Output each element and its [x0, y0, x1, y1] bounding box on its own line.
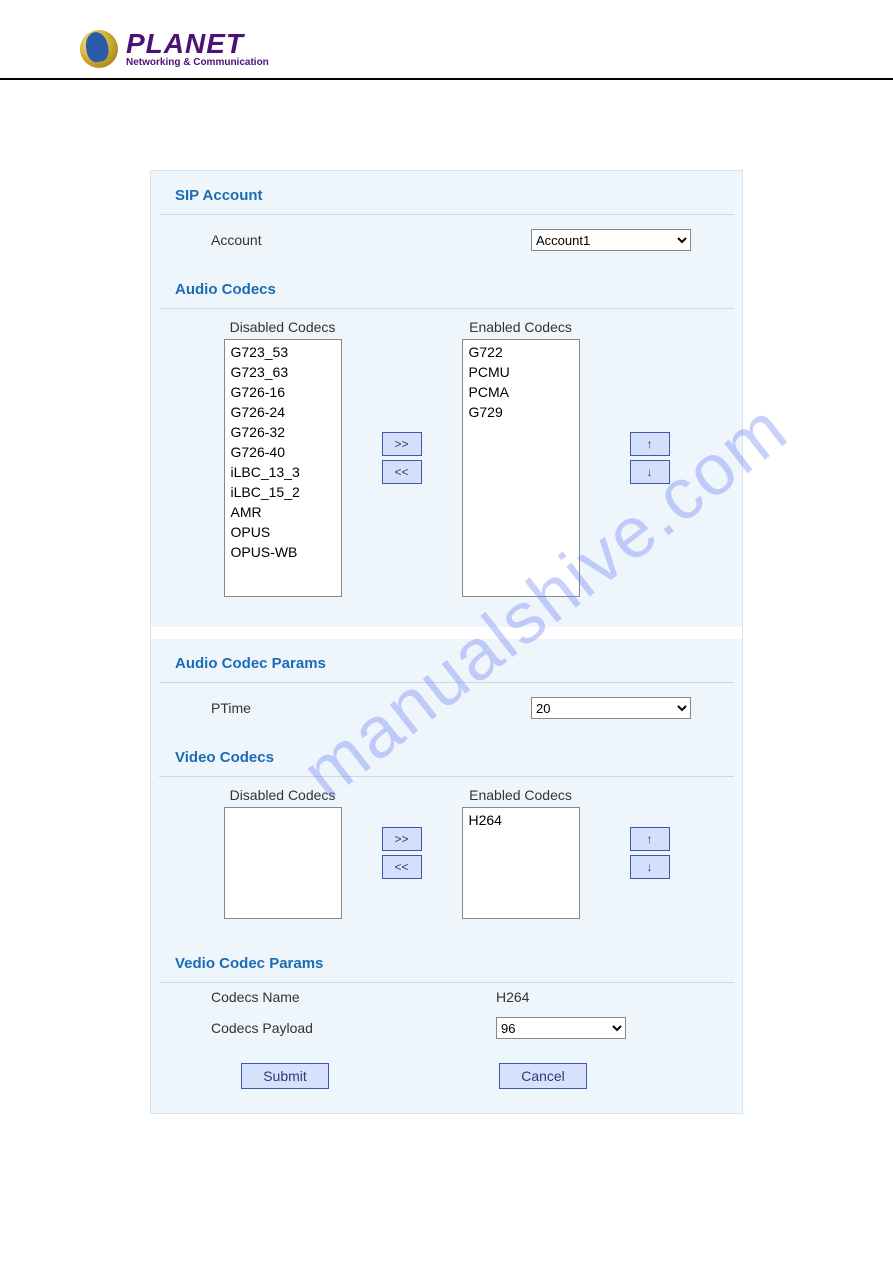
video-enabled-label: Enabled Codecs [469, 787, 572, 803]
list-item[interactable]: G729 [469, 402, 573, 422]
list-item[interactable]: H264 [469, 810, 573, 830]
video-move-right-button[interactable]: >> [382, 827, 422, 851]
audio-enabled-listbox[interactable]: G722PCMUPCMAG729 [462, 339, 580, 597]
brand-tagline: Networking & Communication [126, 58, 269, 68]
brand-name: PLANET [126, 30, 269, 58]
audio-codecs-dual-list: Disabled Codecs G723_53G723_63G726-16G72… [151, 309, 742, 627]
codecs-payload-select[interactable]: 96 [496, 1017, 626, 1039]
codecs-name-value: H264 [496, 989, 529, 1005]
video-move-up-button[interactable]: ↑ [630, 827, 670, 851]
page-header: PLANET Networking & Communication [0, 0, 893, 80]
ptime-select[interactable]: 20 [531, 697, 691, 719]
codecs-name-label: Codecs Name [211, 989, 496, 1005]
brand-logo: PLANET Networking & Communication [80, 30, 813, 68]
codecs-payload-label: Codecs Payload [211, 1020, 496, 1036]
account-label: Account [211, 232, 531, 248]
list-item[interactable]: iLBC_13_3 [231, 462, 335, 482]
list-item[interactable]: G723_63 [231, 362, 335, 382]
audio-disabled-listbox[interactable]: G723_53G723_63G726-16G726-24G726-32G726-… [224, 339, 342, 597]
list-item[interactable]: OPUS-WB [231, 542, 335, 562]
audio-enabled-label: Enabled Codecs [469, 319, 572, 335]
config-panel: SIP Account Account Account1 Audio Codec… [150, 170, 743, 1114]
list-item[interactable]: G722 [469, 342, 573, 362]
audio-params-title: Audio Codec Params [151, 639, 742, 682]
list-item[interactable]: G726-32 [231, 422, 335, 442]
audio-move-down-button[interactable]: ↓ [630, 460, 670, 484]
list-item[interactable]: G723_53 [231, 342, 335, 362]
video-params-title: Vedio Codec Params [151, 939, 742, 982]
video-move-left-button[interactable]: << [382, 855, 422, 879]
video-enabled-listbox[interactable]: H264 [462, 807, 580, 919]
list-item[interactable]: PCMA [469, 382, 573, 402]
sip-account-title: SIP Account [151, 171, 742, 214]
ptime-label: PTime [211, 700, 531, 716]
audio-disabled-label: Disabled Codecs [230, 319, 336, 335]
list-item[interactable]: PCMU [469, 362, 573, 382]
audio-codecs-title: Audio Codecs [151, 265, 742, 308]
list-item[interactable]: AMR [231, 502, 335, 522]
video-disabled-listbox[interactable] [224, 807, 342, 919]
video-codecs-title: Video Codecs [151, 733, 742, 776]
list-item[interactable]: G726-16 [231, 382, 335, 402]
audio-move-left-button[interactable]: << [382, 460, 422, 484]
submit-button[interactable]: Submit [241, 1063, 329, 1089]
audio-move-up-button[interactable]: ↑ [630, 432, 670, 456]
audio-move-right-button[interactable]: >> [382, 432, 422, 456]
list-item[interactable]: G726-24 [231, 402, 335, 422]
cancel-button[interactable]: Cancel [499, 1063, 587, 1089]
globe-icon [80, 30, 118, 68]
video-codecs-dual-list: Disabled Codecs >> << Enabled Codecs H26… [151, 777, 742, 939]
account-select[interactable]: Account1 [531, 229, 691, 251]
video-move-down-button[interactable]: ↓ [630, 855, 670, 879]
list-item[interactable]: OPUS [231, 522, 335, 542]
list-item[interactable]: G726-40 [231, 442, 335, 462]
list-item[interactable]: iLBC_15_2 [231, 482, 335, 502]
video-disabled-label: Disabled Codecs [230, 787, 336, 803]
